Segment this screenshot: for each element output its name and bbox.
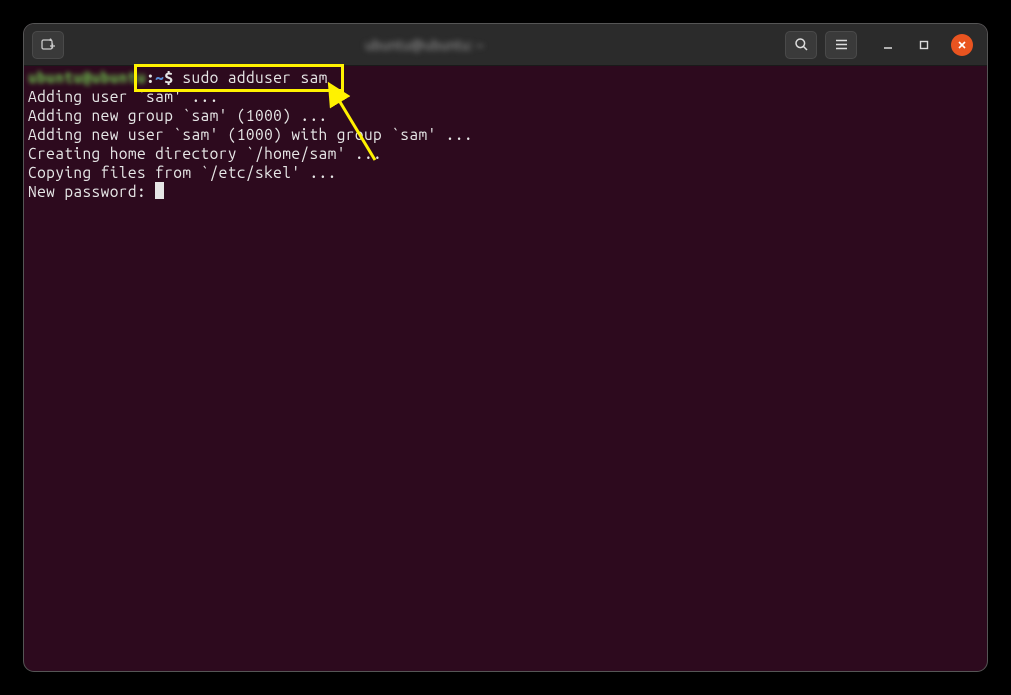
titlebar-left: [32, 31, 64, 59]
prompt-path: ~: [155, 69, 164, 86]
new-tab-button[interactable]: [32, 31, 64, 59]
maximize-icon: [919, 40, 929, 50]
maximize-button[interactable]: [915, 36, 933, 54]
output-line: Adding new user `sam' (1000) with group …: [28, 126, 473, 143]
minimize-button[interactable]: [879, 36, 897, 54]
search-icon: [794, 37, 809, 52]
new-tab-icon: [40, 37, 56, 53]
output-line: Creating home directory `/home/sam' ...: [28, 145, 382, 162]
prompt-user: ubuntu@ubuntu: [28, 69, 146, 86]
terminal-window: ubuntu@ubuntu: ~: [24, 24, 987, 671]
terminal-body[interactable]: ubuntu@ubuntu:~$ sudo adduser sam Adding…: [24, 66, 987, 203]
window-controls: [879, 34, 973, 56]
search-button[interactable]: [785, 31, 817, 59]
titlebar: ubuntu@ubuntu: ~: [24, 24, 987, 66]
prompt-dollar: $: [164, 69, 182, 86]
close-button[interactable]: [951, 34, 973, 56]
output-line: New password:: [28, 183, 155, 200]
titlebar-right: [785, 31, 979, 59]
minimize-icon: [883, 40, 893, 50]
output-line: Adding user `sam' ...: [28, 88, 219, 105]
output-line: Adding new group `sam' (1000) ...: [28, 107, 328, 124]
menu-button[interactable]: [825, 31, 857, 59]
command-text: sudo adduser sam: [182, 69, 327, 86]
hamburger-icon: [834, 37, 849, 52]
close-icon: [957, 40, 967, 50]
prompt-separator: :: [146, 69, 155, 86]
cursor: [155, 182, 164, 199]
window-title: ubuntu@ubuntu: ~: [64, 37, 785, 53]
output-line: Copying files from `/etc/skel' ...: [28, 164, 337, 181]
